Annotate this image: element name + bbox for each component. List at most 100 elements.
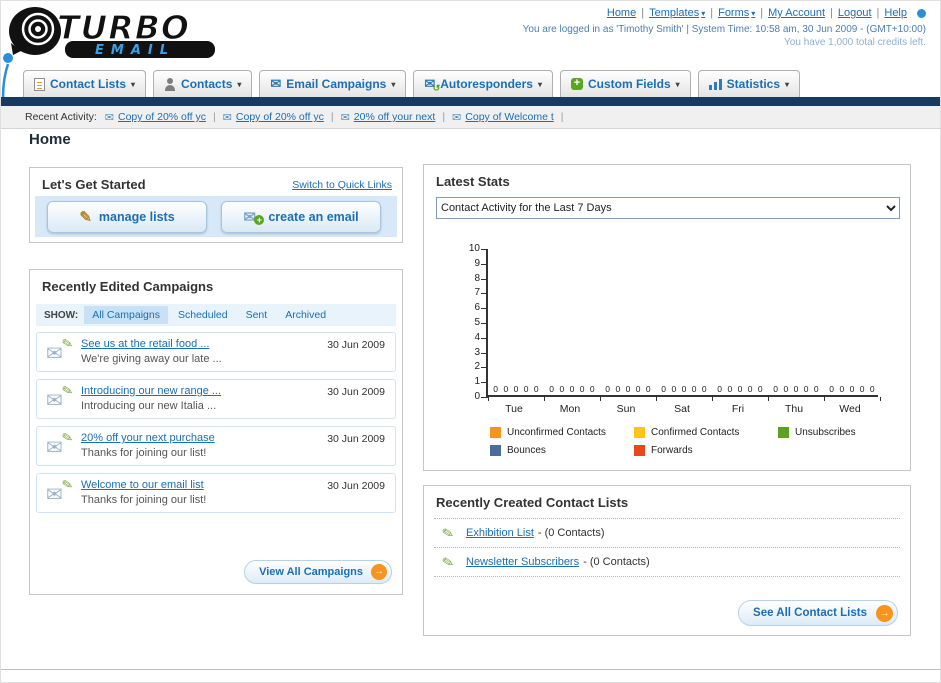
nav-underline-bar <box>1 97 940 106</box>
y-tick <box>481 337 488 339</box>
activity-item[interactable]: ✉ Copy of Welcome t <box>452 111 554 124</box>
campaign-row[interactable]: ✉ ✎ Introducing our new range ... Introduci… <box>36 379 396 419</box>
chart-group: 00000 <box>768 249 824 395</box>
chart-group: 00000 <box>712 249 768 395</box>
campaign-subtitle: Thanks for joining our list! <box>81 447 207 459</box>
manage-lists-button[interactable]: ✎ manage lists <box>47 201 207 233</box>
top-link-my-account[interactable]: My Account <box>768 7 825 19</box>
tab-email-campaigns[interactable]: Email Campaigns ▾ <box>259 70 407 97</box>
x-tick <box>488 397 489 401</box>
switch-quick-links-link[interactable]: Switch to Quick Links <box>292 179 392 191</box>
page-title: Home <box>29 131 71 148</box>
contact-list-item[interactable]: ✎ Exhibition List - (0 Contacts) <box>434 519 900 548</box>
envelope-icon: ✉ <box>46 484 63 506</box>
y-tick <box>481 397 488 398</box>
bar-slot: 0 <box>870 384 875 395</box>
tab-custom-fields[interactable]: Custom Fields ▾ <box>559 70 691 97</box>
recent-activity-label: Recent Activity: <box>25 111 97 123</box>
see-all-contact-lists-button[interactable]: See All Contact Lists → <box>738 600 898 626</box>
recent-activity-items: ✉ Copy of 20% off yc | ✉ Copy of 20% off yc |… <box>105 111 567 124</box>
create-an-email-button[interactable]: create an email <box>221 201 381 233</box>
legend-item: Unconfirmed Contacts <box>490 427 634 438</box>
top-link-logout[interactable]: Logout <box>838 7 872 19</box>
logo: TURBO EMAIL <box>7 3 297 63</box>
statistics-icon <box>708 78 722 90</box>
campaign-list: ✉ ✎ See us at the retail food ... We're giv… <box>36 332 396 520</box>
campaign-title: Welcome to our email list <box>81 479 204 491</box>
activity-item[interactable]: ✉ Copy of 20% off yc <box>223 111 324 124</box>
campaign-row[interactable]: ✉ ✎ See us at the retail food ... We're giv… <box>36 332 396 372</box>
campaign-row[interactable]: ✉ ✎ Welcome to our email list Thanks for jo… <box>36 473 396 513</box>
bar-value-label: 0 <box>859 384 865 394</box>
x-tick-label: Mon <box>559 403 581 415</box>
bar-values: 00000 <box>656 384 712 395</box>
x-tick <box>880 397 881 401</box>
legend-swatch <box>634 427 645 438</box>
top-link-templates[interactable]: Templates ▾ <box>649 7 705 19</box>
bar-value-label: 0 <box>747 384 753 394</box>
tab-contacts[interactable]: Contacts ▾ <box>153 70 253 97</box>
contact-list-item[interactable]: ✎ Newsletter Subscribers - (0 Contacts) <box>434 548 900 577</box>
tab-contact-lists[interactable]: Contact Lists ▾ <box>23 70 147 97</box>
campaign-title: Introducing our new range ... <box>81 385 222 397</box>
x-tick-label: Sun <box>616 403 636 415</box>
legend-swatch <box>634 445 645 456</box>
contact-list-name: Exhibition List <box>466 527 534 539</box>
bar-value-label: 0 <box>839 384 845 394</box>
bar-value-label: 0 <box>605 384 611 394</box>
bar-value-label: 0 <box>701 384 707 394</box>
y-tick <box>481 323 488 324</box>
y-tick-label: 6 <box>474 302 480 314</box>
filter-all-campaigns[interactable]: All Campaigns <box>84 306 168 324</box>
bar-slot: 0 <box>702 384 707 395</box>
y-tick-label: 3 <box>474 346 480 358</box>
view-all-campaigns-button[interactable]: View All Campaigns → <box>244 560 392 584</box>
contact-lists-icon <box>34 77 45 91</box>
envelope-icon: ✉ <box>452 111 462 124</box>
latest-stats-title: Latest Stats <box>436 174 510 189</box>
campaign-row[interactable]: ✉ ✎ 20% off your next purchase Thanks for j… <box>36 426 396 466</box>
filter-scheduled[interactable]: Scheduled <box>170 306 236 324</box>
separator: | <box>560 111 564 123</box>
top-link-forms[interactable]: Forms ▾ <box>718 7 755 19</box>
bar-slot: 0 <box>681 384 687 395</box>
legend-label: Bounces <box>507 445 546 456</box>
pencil-icon: ✎ <box>440 523 456 543</box>
show-label: SHOW: <box>44 309 79 321</box>
bar-slot: 0 <box>646 384 651 395</box>
activity-item[interactable]: ✉ 20% off your next <box>341 111 436 124</box>
filter-sent[interactable]: Sent <box>238 306 276 324</box>
filter-archived[interactable]: Archived <box>277 306 334 324</box>
bar-slot: 0 <box>727 384 732 395</box>
activity-item[interactable]: ✉ Copy of 20% off yc <box>105 111 206 124</box>
y-tick-label: 1 <box>474 376 480 388</box>
envelope-pencil-icon: ✉ ✎ <box>46 382 74 412</box>
getting-started-buttons: ✎ manage lists create an email <box>35 196 397 237</box>
separator: | <box>442 111 446 123</box>
y-tick-label: 2 <box>474 361 480 373</box>
bar-value-label: 0 <box>523 384 529 394</box>
top-link-home[interactable]: Home <box>607 7 636 19</box>
envelope-icon: ✉ <box>46 343 63 365</box>
tab-autoresponders[interactable]: Autoresponders ▾ <box>413 70 553 97</box>
bar-slot: 0 <box>549 384 554 395</box>
stats-range-select[interactable]: Contact Activity for the Last 7 Days <box>436 197 900 219</box>
y-tick-label: 0 <box>474 391 480 402</box>
tab-statistics[interactable]: Statistics ▾ <box>697 70 801 97</box>
y-tick-label: 5 <box>474 317 480 328</box>
bar-value-label: 0 <box>783 384 789 394</box>
campaign-subtitle: Thanks for joining our list! <box>81 494 207 506</box>
top-link-help[interactable]: Help <box>884 7 907 19</box>
bar-slot: 0 <box>503 384 508 395</box>
legend-swatch <box>490 427 501 438</box>
envelope-pencil-icon: ✉ ✎ <box>46 429 74 459</box>
arrow-right-icon: → <box>876 605 893 622</box>
recently-created-contact-lists-panel: Recently Created Contact Lists ✎ Exhibiti… <box>423 485 911 636</box>
bar-value-label: 0 <box>757 384 763 394</box>
bar-slot: 0 <box>860 384 865 395</box>
separator: | <box>876 7 880 19</box>
tab-label: Contacts <box>181 77 233 91</box>
y-tick-label: 8 <box>474 272 480 284</box>
bar-value-label: 0 <box>559 384 565 394</box>
bar-slot: 0 <box>534 384 539 395</box>
